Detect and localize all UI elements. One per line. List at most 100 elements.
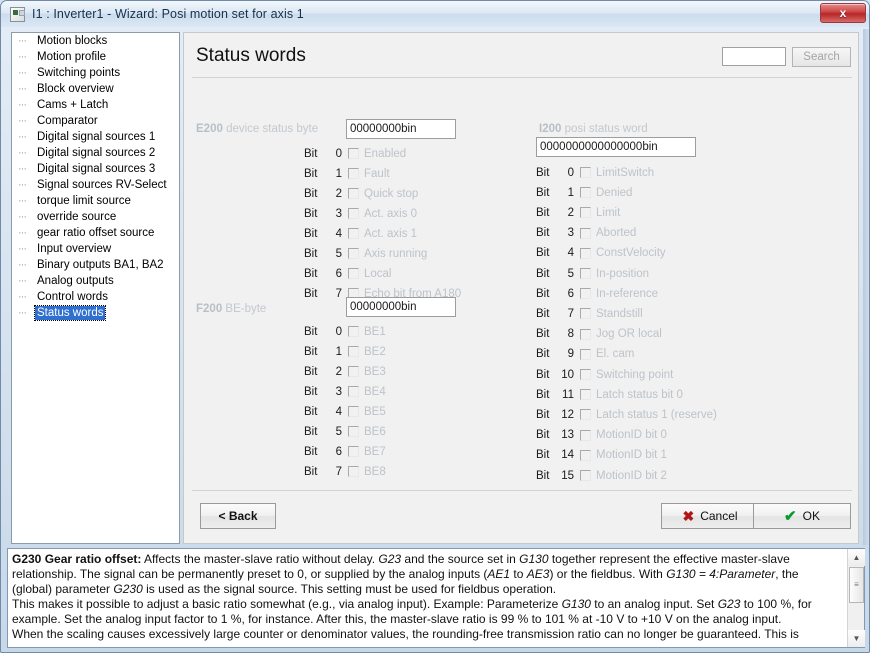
bit-number: 11 [562,388,574,401]
sidebar-item-digital-signal-sources-3[interactable]: ··· Digital signal sources 3 [12,161,179,177]
bit-row[interactable]: Bit 4 Act. axis 1 [304,225,417,242]
bit-row[interactable]: Bit 2 Quick stop [304,185,418,202]
header-divider [192,77,852,78]
bit-checkbox[interactable] [348,386,359,397]
close-button[interactable]: x [820,3,866,23]
bit-row[interactable]: Bit 13 MotionID bit 0 [536,427,667,444]
value-field-f200[interactable]: 00000000bin [346,297,456,317]
bit-word-label: Bit [304,325,318,338]
scroll-up-icon[interactable]: ▲ [848,549,865,566]
bit-checkbox[interactable] [580,449,591,461]
sidebar-item-digital-signal-sources-1[interactable]: ··· Digital signal sources 1 [12,129,179,145]
bit-row[interactable]: Bit 4 ConstVelocity [536,245,666,262]
bit-checkbox[interactable] [348,168,359,179]
bit-checkbox[interactable] [348,268,359,279]
bit-row[interactable]: Bit 3 Aborted [536,225,636,242]
sidebar-item-block-overview[interactable]: ··· Block overview [12,81,179,97]
bit-row[interactable]: Bit 2 Limit [536,204,620,221]
bit-checkbox[interactable] [348,426,359,437]
bit-row[interactable]: Bit 5 BE6 [304,423,386,440]
scrollbar-thumb[interactable]: ≡ [849,567,864,603]
sidebar-item-digital-signal-sources-2[interactable]: ··· Digital signal sources 2 [12,145,179,161]
bit-checkbox[interactable] [348,446,359,457]
sidebar-item-cams-latch[interactable]: ··· Cams + Latch [12,97,179,113]
bit-checkbox[interactable] [348,346,359,357]
ok-button[interactable]: ✔ OK [753,503,851,529]
bit-checkbox[interactable] [348,406,359,417]
help-scrollbar[interactable]: ▲ ≡ ▼ [847,549,865,647]
bit-checkbox[interactable] [580,328,591,340]
bit-row[interactable]: Bit 5 In-position [536,265,649,282]
bit-row[interactable]: Bit 6 Local [304,265,392,282]
bit-checkbox[interactable] [580,308,591,320]
sidebar-item-analog-outputs[interactable]: ··· Analog outputs [12,273,179,289]
bit-row[interactable]: Bit 9 El. cam [536,346,634,363]
sidebar-item-comparator[interactable]: ··· Comparator [12,113,179,129]
sidebar-item-motion-blocks[interactable]: ··· Motion blocks [12,33,179,49]
bit-row[interactable]: Bit 15 MotionID bit 2 [536,467,667,484]
bit-row[interactable]: Bit 3 Act. axis 0 [304,205,417,222]
bit-label: Act. axis 0 [364,207,418,220]
bit-row[interactable]: Bit 7 BE8 [304,463,386,480]
sidebar-item-switching-points[interactable]: ··· Switching points [12,65,179,81]
sidebar-item-status-words[interactable]: ··· Status words [12,305,179,321]
bit-row[interactable]: Bit 10 Switching point [536,366,673,383]
sidebar-item-motion-profile[interactable]: ··· Motion profile [12,49,179,65]
bit-checkbox[interactable] [348,208,359,219]
bit-checkbox[interactable] [580,470,591,481]
bit-checkbox[interactable] [348,326,359,337]
bit-row[interactable]: Bit 12 Latch status 1 (reserve) [536,406,717,423]
bit-row[interactable]: Bit 1 Denied [536,184,632,201]
bit-row[interactable]: Bit 2 BE3 [304,363,386,380]
sidebar-item-input-overview[interactable]: ··· Input overview [12,241,179,257]
bit-checkbox[interactable] [580,207,591,219]
bit-checkbox[interactable] [348,228,359,239]
navigation-tree[interactable]: ··· Motion blocks ··· Motion profile ··· Swit… [11,32,180,544]
bit-row[interactable]: Bit 6 BE7 [304,443,386,460]
sidebar-item-override-source[interactable]: ··· override source [12,209,179,225]
value-field-i200[interactable]: 0000000000000000bin [536,137,696,157]
bit-checkbox[interactable] [348,366,359,377]
sidebar-item-label: Control words [37,291,108,303]
search-input[interactable] [722,47,786,66]
bit-row[interactable]: Bit 4 BE5 [304,403,386,420]
search-button[interactable]: Search [792,47,851,67]
bit-checkbox[interactable] [348,188,359,199]
sidebar-item-binary-outputs-ba1-ba2[interactable]: ··· Binary outputs BA1, BA2 [12,257,179,273]
sidebar-item-control-words[interactable]: ··· Control words [12,289,179,305]
bit-checkbox[interactable] [580,288,591,300]
scroll-down-icon[interactable]: ▼ [848,630,865,647]
bit-checkbox[interactable] [580,409,591,421]
bit-row[interactable]: Bit 6 In-reference [536,285,658,302]
bit-row[interactable]: Bit 14 MotionID bit 1 [536,447,667,464]
bit-checkbox[interactable] [580,247,591,259]
bit-checkbox[interactable] [580,348,591,360]
bit-row[interactable]: Bit 1 Fault [304,165,390,182]
sidebar-item-torque-limit-source[interactable]: ··· torque limit source [12,193,179,209]
bit-row[interactable]: Bit 1 BE2 [304,343,386,360]
bit-checkbox[interactable] [580,227,591,239]
bit-row[interactable]: Bit 5 Axis running [304,245,427,262]
bit-checkbox[interactable] [580,167,591,178]
bit-checkbox[interactable] [348,148,359,159]
bit-checkbox[interactable] [580,369,591,380]
bit-checkbox[interactable] [580,268,591,279]
bit-checkbox[interactable] [580,187,591,199]
bit-row[interactable]: Bit 0 Enabled [304,145,406,162]
value-field-e200[interactable]: 00000000bin [346,119,456,139]
bit-checkbox[interactable] [348,466,359,477]
bit-checkbox[interactable] [348,248,359,259]
bit-row[interactable]: Bit 3 BE4 [304,383,386,400]
sidebar-item-signal-sources-rv-select[interactable]: ··· Signal sources RV-Select [12,177,179,193]
back-button[interactable]: < Back [200,503,276,529]
bit-checkbox[interactable] [580,389,591,401]
sidebar-item-label: override source [37,211,117,223]
bit-checkbox[interactable] [580,429,591,441]
bit-row[interactable]: Bit 0 BE1 [304,323,386,340]
bit-row[interactable]: Bit 7 Standstill [536,305,643,322]
bit-row[interactable]: Bit 0 LimitSwitch [536,164,654,181]
sidebar-item-gear-ratio-offset-source[interactable]: ··· gear ratio offset source [12,225,179,241]
cancel-button[interactable]: ✖ Cancel [661,503,759,529]
bit-row[interactable]: Bit 8 Jog OR local [536,326,662,343]
bit-row[interactable]: Bit 11 Latch status bit 0 [536,386,683,403]
